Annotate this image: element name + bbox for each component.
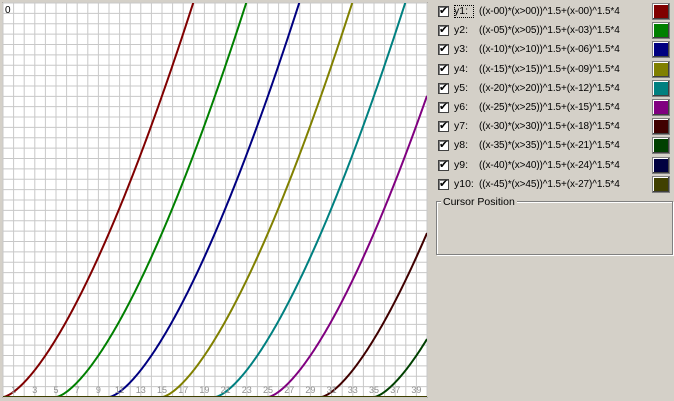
checkmark-icon: ✔ bbox=[439, 61, 449, 75]
x-tick-label: 35 bbox=[369, 385, 379, 395]
color-swatch-button[interactable] bbox=[652, 156, 670, 174]
checkmark-icon: ✔ bbox=[439, 4, 449, 17]
cursor-position-title: Cursor Position bbox=[441, 196, 517, 208]
function-checkbox[interactable]: ✔ bbox=[438, 176, 449, 190]
checkmark-icon: ✔ bbox=[439, 157, 449, 171]
x-tick-label: 23 bbox=[242, 385, 252, 395]
x-tick-label: 19 bbox=[199, 385, 209, 395]
function-checkbox[interactable]: ✔ bbox=[438, 61, 449, 75]
function-expression[interactable]: ((x-20)*(x>20))^1.5+(x-12)^1.5*4 bbox=[479, 82, 620, 95]
checkmark-icon: ✔ bbox=[439, 80, 449, 94]
function-checkbox[interactable]: ✔ bbox=[438, 119, 449, 133]
function-expression[interactable]: ((x-30)*(x>30))^1.5+(x-18)^1.5*4 bbox=[479, 120, 620, 133]
x-tick-label: 29 bbox=[305, 385, 315, 395]
graph-canvas[interactable]: 1 3 5 7 9 11 13 15 17 19 21 23 25 27 29 31 33 35 37 390 bbox=[0, 0, 430, 401]
color-swatch-button[interactable] bbox=[652, 137, 670, 155]
graph-area[interactable]: 1 3 5 7 9 11 13 15 17 19 21 23 25 27 29 31 33 35 37 39 0 bbox=[0, 0, 430, 401]
function-label[interactable]: y5: bbox=[454, 82, 474, 95]
x-tick-label: 33 bbox=[348, 385, 358, 395]
x-tick-label: 3 bbox=[32, 385, 37, 395]
x-tick-label: 5 bbox=[53, 385, 58, 395]
checkmark-icon: ✔ bbox=[439, 42, 449, 56]
checkmark-icon: ✔ bbox=[439, 100, 449, 113]
function-checkbox[interactable]: ✔ bbox=[438, 4, 449, 17]
function-label[interactable]: y10: bbox=[454, 178, 474, 191]
function-expression[interactable]: ((x-10)*(x>10))^1.5+(x-06)^1.5*4 bbox=[479, 43, 620, 56]
x-tick-label: 13 bbox=[136, 385, 146, 395]
color-swatch-button[interactable] bbox=[652, 60, 670, 78]
function-label[interactable]: y3: bbox=[454, 43, 474, 56]
function-row: ✔ y1: ((x-00)*(x>00))^1.5+(x-00)^1.5*4 bbox=[434, 2, 674, 21]
function-row: ✔ y5: ((x-20)*(x>20))^1.5+(x-12)^1.5*4 bbox=[434, 79, 674, 98]
x-tick-label: 1 bbox=[11, 385, 16, 395]
x-tick-label: 15 bbox=[157, 385, 167, 395]
x-tick-label: 11 bbox=[115, 385, 124, 395]
color-swatch-button[interactable] bbox=[652, 175, 670, 193]
x-tick-label: 37 bbox=[390, 385, 400, 395]
function-row: ✔ y2: ((x-05)*(x>05))^1.5+(x-03)^1.5*4 bbox=[434, 21, 674, 40]
function-row: ✔ y10: ((x-45)*(x>45))^1.5+(x-27)^1.5*4 bbox=[434, 175, 674, 194]
x-tick-label: 27 bbox=[284, 385, 294, 395]
function-label[interactable]: y8: bbox=[454, 139, 474, 152]
function-row: ✔ y4: ((x-15)*(x>15))^1.5+(x-09)^1.5*4 bbox=[434, 60, 674, 79]
function-expression[interactable]: ((x-00)*(x>00))^1.5+(x-00)^1.5*4 bbox=[479, 5, 620, 18]
function-checkbox[interactable]: ✔ bbox=[438, 42, 449, 56]
function-checkbox[interactable]: ✔ bbox=[438, 23, 449, 37]
function-row: ✔ y6: ((x-25)*(x>25))^1.5+(x-15)^1.5*4 bbox=[434, 98, 674, 117]
function-expression[interactable]: ((x-05)*(x>05))^1.5+(x-03)^1.5*4 bbox=[479, 24, 620, 37]
function-checkbox[interactable]: ✔ bbox=[438, 80, 449, 94]
cursor-position-group: Cursor Position bbox=[436, 196, 673, 255]
checkmark-icon: ✔ bbox=[439, 138, 449, 152]
function-label[interactable]: y6: bbox=[454, 101, 474, 114]
function-row: ✔ y3: ((x-10)*(x>10))^1.5+(x-06)^1.5*4 bbox=[434, 40, 674, 59]
function-expression[interactable]: ((x-15)*(x>15))^1.5+(x-09)^1.5*4 bbox=[479, 63, 620, 76]
function-expression[interactable]: ((x-45)*(x>45))^1.5+(x-27)^1.5*4 bbox=[479, 178, 620, 191]
color-swatch-button[interactable] bbox=[652, 79, 670, 97]
function-label[interactable]: y1: bbox=[454, 5, 474, 18]
function-label[interactable]: y9: bbox=[454, 159, 474, 172]
function-checkbox[interactable]: ✔ bbox=[438, 157, 449, 171]
function-label[interactable]: y2: bbox=[454, 24, 474, 37]
checkmark-icon: ✔ bbox=[439, 119, 449, 133]
function-row: ✔ y7: ((x-30)*(x>30))^1.5+(x-18)^1.5*4 bbox=[434, 117, 674, 136]
x-tick-label: 7 bbox=[75, 385, 80, 395]
checkmark-icon: ✔ bbox=[439, 23, 449, 37]
function-expression[interactable]: ((x-25)*(x>25))^1.5+(x-15)^1.5*4 bbox=[479, 101, 620, 114]
function-label[interactable]: y4: bbox=[454, 63, 474, 76]
checkmark-icon: ✔ bbox=[439, 176, 449, 190]
function-row: ✔ y8: ((x-35)*(x>35))^1.5+(x-21)^1.5*4 bbox=[434, 136, 674, 155]
function-checkbox[interactable]: ✔ bbox=[438, 100, 449, 113]
function-expression[interactable]: ((x-35)*(x>35))^1.5+(x-21)^1.5*4 bbox=[479, 139, 620, 152]
color-swatch-button[interactable] bbox=[652, 22, 670, 40]
x-tick-label: 17 bbox=[178, 385, 188, 395]
x-tick-label: 21 bbox=[221, 385, 231, 395]
x-tick-label: 31 bbox=[327, 385, 337, 395]
color-swatch-button[interactable] bbox=[652, 41, 670, 59]
function-panel: ✔ y1: ((x-00)*(x>00))^1.5+(x-00)^1.5*4 ✔ y2:… bbox=[434, 0, 674, 401]
color-swatch-button[interactable] bbox=[652, 118, 670, 136]
function-expression[interactable]: ((x-40)*(x>40))^1.5+(x-24)^1.5*4 bbox=[479, 159, 620, 172]
x-tick-label: 39 bbox=[411, 385, 421, 395]
x-tick-label: 9 bbox=[96, 385, 101, 395]
y-axis-label: 0 bbox=[5, 5, 11, 16]
function-label[interactable]: y7: bbox=[454, 120, 474, 133]
x-tick-label: 25 bbox=[263, 385, 273, 395]
function-row: ✔ y9: ((x-40)*(x>40))^1.5+(x-24)^1.5*4 bbox=[434, 156, 674, 175]
function-checkbox[interactable]: ✔ bbox=[438, 138, 449, 152]
color-swatch-button[interactable] bbox=[652, 3, 670, 20]
color-swatch-button[interactable] bbox=[652, 99, 670, 116]
